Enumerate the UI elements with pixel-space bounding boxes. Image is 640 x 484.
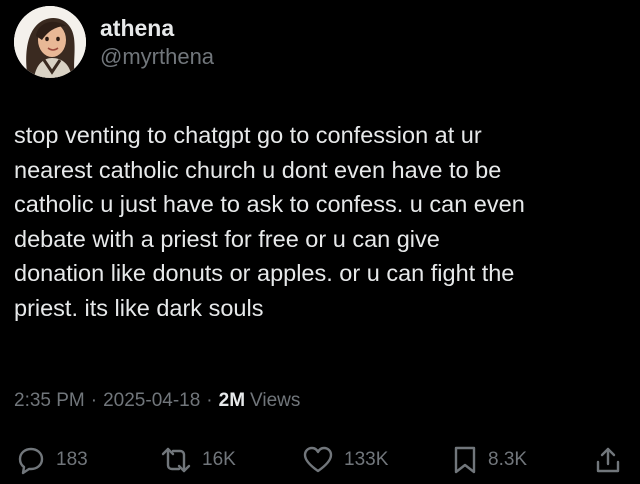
bookmark-button[interactable]: 8.3K — [452, 438, 527, 482]
tweet: athena @myrthena stop venting to chatgpt… — [0, 0, 640, 484]
tweet-text: stop venting to chatgpt go to confession… — [14, 122, 525, 321]
display-name[interactable]: athena — [100, 14, 214, 42]
reply-icon — [16, 445, 46, 475]
tweet-date[interactable]: 2025-04-18 — [103, 390, 200, 412]
action-bar: 183 16K 133K 8.3K — [0, 438, 640, 482]
bookmark-count: 8.3K — [488, 449, 528, 470]
repost-count: 16K — [202, 449, 236, 470]
meta-separator: · — [90, 390, 98, 411]
reply-button[interactable]: 183 — [16, 438, 88, 482]
bookmark-icon — [452, 445, 478, 475]
handle[interactable]: @myrthena — [100, 43, 214, 71]
avatar[interactable] — [14, 6, 86, 78]
reply-count: 183 — [56, 449, 88, 470]
repost-button[interactable]: 16K — [160, 438, 236, 482]
like-button[interactable]: 133K — [302, 438, 388, 482]
repost-icon — [160, 445, 192, 475]
tweet-meta: 2:35 PM · 2025-04-18 · 2M Views — [14, 390, 300, 412]
author-names: athena @myrthena — [100, 14, 214, 71]
share-button[interactable] — [594, 438, 622, 482]
share-icon — [594, 445, 622, 475]
meta-separator: · — [206, 390, 213, 411]
heart-icon — [302, 445, 334, 475]
like-count: 133K — [344, 449, 389, 470]
tweet-time[interactable]: 2:35 PM — [14, 390, 85, 412]
avatar-image — [14, 6, 86, 78]
views-label: Views — [250, 390, 301, 411]
tweet-header: athena @myrthena — [14, 6, 214, 78]
views-count[interactable]: 2M — [219, 390, 245, 412]
